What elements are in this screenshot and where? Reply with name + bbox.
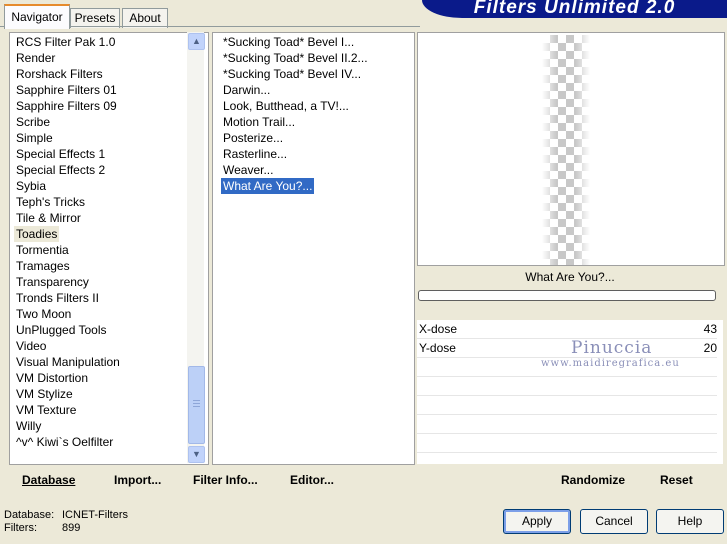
- category-item[interactable]: VM Stylize: [16, 386, 73, 402]
- category-item[interactable]: UnPlugged Tools: [16, 322, 107, 338]
- param-value[interactable]: 43: [704, 322, 717, 336]
- randomize-button[interactable]: Randomize: [561, 473, 625, 487]
- app-banner-title: Filters Unlimited 2.0: [422, 0, 727, 18]
- category-item[interactable]: Willy: [16, 418, 41, 434]
- parameter-panel: X-dose 43 Y-dose 20 Pinuccia www.maidire…: [417, 320, 723, 464]
- category-list[interactable]: RCS Filter Pak 1.0 Render Rorshack Filters…: [9, 32, 209, 465]
- status-filters-value: 899: [62, 522, 81, 534]
- status-database-value: ICNET-Filters: [62, 509, 128, 521]
- filter-item[interactable]: Rasterline...: [223, 146, 287, 162]
- reset-button[interactable]: Reset: [660, 473, 693, 487]
- category-item[interactable]: Sapphire Filters 01: [16, 82, 117, 98]
- filter-item[interactable]: Posterize...: [223, 130, 283, 146]
- param-row-empty: [417, 415, 717, 434]
- database-button[interactable]: Database: [22, 473, 75, 487]
- category-item[interactable]: Teph's Tricks: [16, 194, 85, 210]
- category-item[interactable]: Tormentia: [16, 242, 69, 258]
- status-filters-label: Filters:: [4, 522, 37, 534]
- editor-button[interactable]: Editor...: [290, 473, 334, 487]
- param-row-x-dose[interactable]: X-dose 43: [417, 320, 717, 339]
- category-item[interactable]: Scribe: [16, 114, 50, 130]
- category-item[interactable]: Tramages: [16, 258, 70, 274]
- scroll-down-button[interactable]: ▼: [188, 446, 205, 463]
- category-item[interactable]: Special Effects 2: [16, 162, 105, 178]
- category-item[interactable]: Video: [16, 338, 46, 354]
- filter-item[interactable]: Darwin...: [223, 82, 270, 98]
- apply-button[interactable]: Apply: [503, 509, 571, 534]
- status-database-label: Database:: [4, 509, 55, 521]
- param-row-y-dose[interactable]: Y-dose 20: [417, 339, 717, 358]
- category-item[interactable]: Sybia: [16, 178, 46, 194]
- tab-strip: Navigator Presets About: [0, 0, 420, 29]
- filter-item[interactable]: Motion Trail...: [223, 114, 295, 130]
- scroll-grip: [193, 406, 200, 407]
- scroll-grip: [193, 403, 200, 404]
- tab-navigator[interactable]: Navigator: [4, 4, 70, 29]
- filter-item[interactable]: *Sucking Toad* Bevel IV...: [223, 66, 361, 82]
- filter-item[interactable]: *Sucking Toad* Bevel II.2...: [223, 50, 368, 66]
- category-item[interactable]: RCS Filter Pak 1.0: [16, 34, 115, 50]
- filter-info-button[interactable]: Filter Info...: [193, 473, 258, 487]
- category-item[interactable]: Transparency: [16, 274, 89, 290]
- category-item[interactable]: Rorshack Filters: [16, 66, 103, 82]
- preview-filter-name: What Are You?...: [525, 270, 615, 284]
- filter-list[interactable]: *Sucking Toad* Bevel I... *Sucking Toad* …: [212, 32, 415, 465]
- scroll-grip: [193, 400, 200, 401]
- category-item[interactable]: Tile & Mirror: [16, 210, 81, 226]
- category-item[interactable]: Tronds Filters II: [16, 290, 99, 306]
- preview-area: [417, 32, 725, 266]
- watermark-url: www.maidiregrafica.eu: [541, 358, 680, 369]
- tab-presets[interactable]: Presets: [70, 8, 120, 28]
- import-button[interactable]: Import...: [114, 473, 161, 487]
- param-row-empty: [417, 377, 717, 396]
- progress-bar: [418, 290, 716, 301]
- category-item[interactable]: VM Distortion: [16, 370, 88, 386]
- category-item[interactable]: Simple: [16, 130, 53, 146]
- filter-item[interactable]: Look, Butthead, a TV!...: [223, 98, 349, 114]
- scroll-up-button[interactable]: ▲: [188, 33, 205, 50]
- category-item[interactable]: Toadies: [14, 226, 60, 242]
- param-row-empty: [417, 396, 717, 415]
- param-row-empty: [417, 434, 717, 453]
- param-label: X-dose: [419, 322, 458, 336]
- category-item[interactable]: VM Texture: [16, 402, 76, 418]
- filter-item[interactable]: Weaver...: [223, 162, 273, 178]
- status-database: Database: ICNET-Filters: [4, 509, 128, 521]
- tab-about[interactable]: About: [122, 8, 168, 28]
- filter-item[interactable]: *Sucking Toad* Bevel I...: [223, 34, 354, 50]
- scroll-thumb[interactable]: [188, 366, 205, 444]
- category-item[interactable]: Two Moon: [16, 306, 71, 322]
- cancel-button[interactable]: Cancel: [580, 509, 648, 534]
- category-item[interactable]: Render: [16, 50, 55, 66]
- transparency-checker: [542, 35, 590, 265]
- category-scrollbar[interactable]: ▲ ▼: [187, 32, 205, 463]
- category-item[interactable]: Special Effects 1: [16, 146, 105, 162]
- category-item[interactable]: ^v^ Kiwi`s Oelfilter: [16, 434, 113, 450]
- param-value[interactable]: 20: [704, 341, 717, 355]
- status-filters: Filters: 899: [4, 522, 80, 534]
- filter-item[interactable]: What Are You?...: [221, 178, 315, 194]
- category-item[interactable]: Visual Manipulation: [16, 354, 120, 370]
- help-button[interactable]: Help: [656, 509, 724, 534]
- category-item[interactable]: Sapphire Filters 09: [16, 98, 117, 114]
- watermark-text: Pinuccia: [571, 338, 653, 358]
- param-label: Y-dose: [419, 341, 456, 355]
